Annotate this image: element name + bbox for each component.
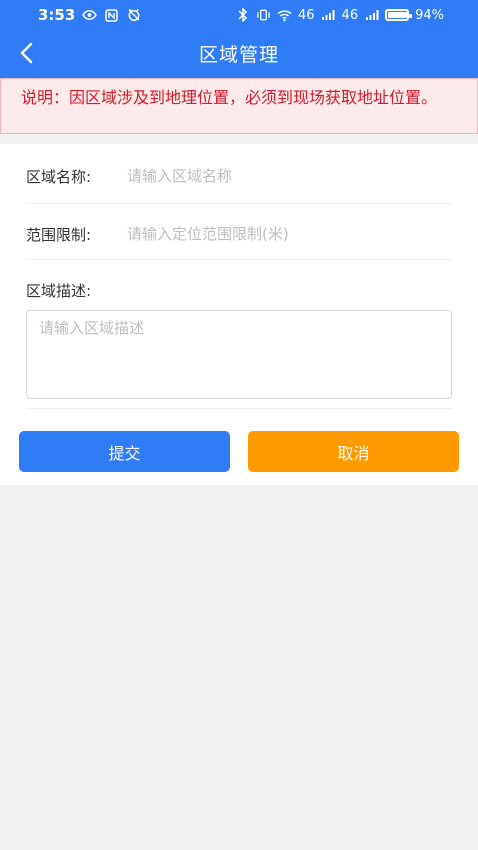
area-form: 区域名称: 范围限制: 区域描述: 提交 取消 xyxy=(0,144,478,485)
range-limit-input[interactable] xyxy=(127,222,447,246)
nfc-icon xyxy=(104,8,119,22)
alarm-off-icon xyxy=(126,8,141,22)
chevron-left-icon xyxy=(18,42,38,67)
signal-icon-1 xyxy=(321,9,336,22)
location-notice: 说明：因区域涉及到地理位置，必须到现场获取地址位置。 xyxy=(0,78,478,134)
area-name-label: 区域名称: xyxy=(26,168,92,186)
battery-icon xyxy=(385,9,413,21)
top-app-bar: 3:53 46 46 94% 区域管理 xyxy=(0,0,478,78)
area-description-label: 区域描述: xyxy=(26,282,92,300)
area-management-screen: 3:53 46 46 94% 区域管理 说明：因区域涉及到地理位置，必须到现场获… xyxy=(0,0,478,850)
cancel-button[interactable]: 取消 xyxy=(248,431,459,472)
wifi-icon xyxy=(277,9,292,22)
status-time: 3:53 xyxy=(38,6,76,24)
bluetooth-icon xyxy=(235,8,250,22)
battery-percentage: 94% xyxy=(415,7,444,23)
description-divider xyxy=(26,408,452,409)
navigation-row: 区域管理 xyxy=(0,30,478,76)
back-button[interactable] xyxy=(12,38,44,70)
page-title: 区域管理 xyxy=(198,43,279,66)
eye-icon xyxy=(82,9,98,22)
range-limit-row: 范围限制: xyxy=(26,204,452,260)
submit-button[interactable]: 提交 xyxy=(19,431,230,472)
range-limit-label: 范围限制: xyxy=(26,226,92,244)
status-left: 3:53 xyxy=(38,6,141,24)
battery-level-fill xyxy=(388,12,407,18)
status-bar: 3:53 46 46 94% xyxy=(0,0,478,30)
vibrate-icon xyxy=(256,9,271,22)
network-label-2: 46 xyxy=(341,7,359,23)
status-right: 46 46 94% xyxy=(235,8,478,23)
area-description-textarea[interactable] xyxy=(26,310,452,399)
area-name-input[interactable] xyxy=(127,164,447,188)
network-label-1: 46 xyxy=(298,7,315,23)
area-name-row: 区域名称: xyxy=(26,144,452,204)
signal-icon-2 xyxy=(364,9,379,22)
